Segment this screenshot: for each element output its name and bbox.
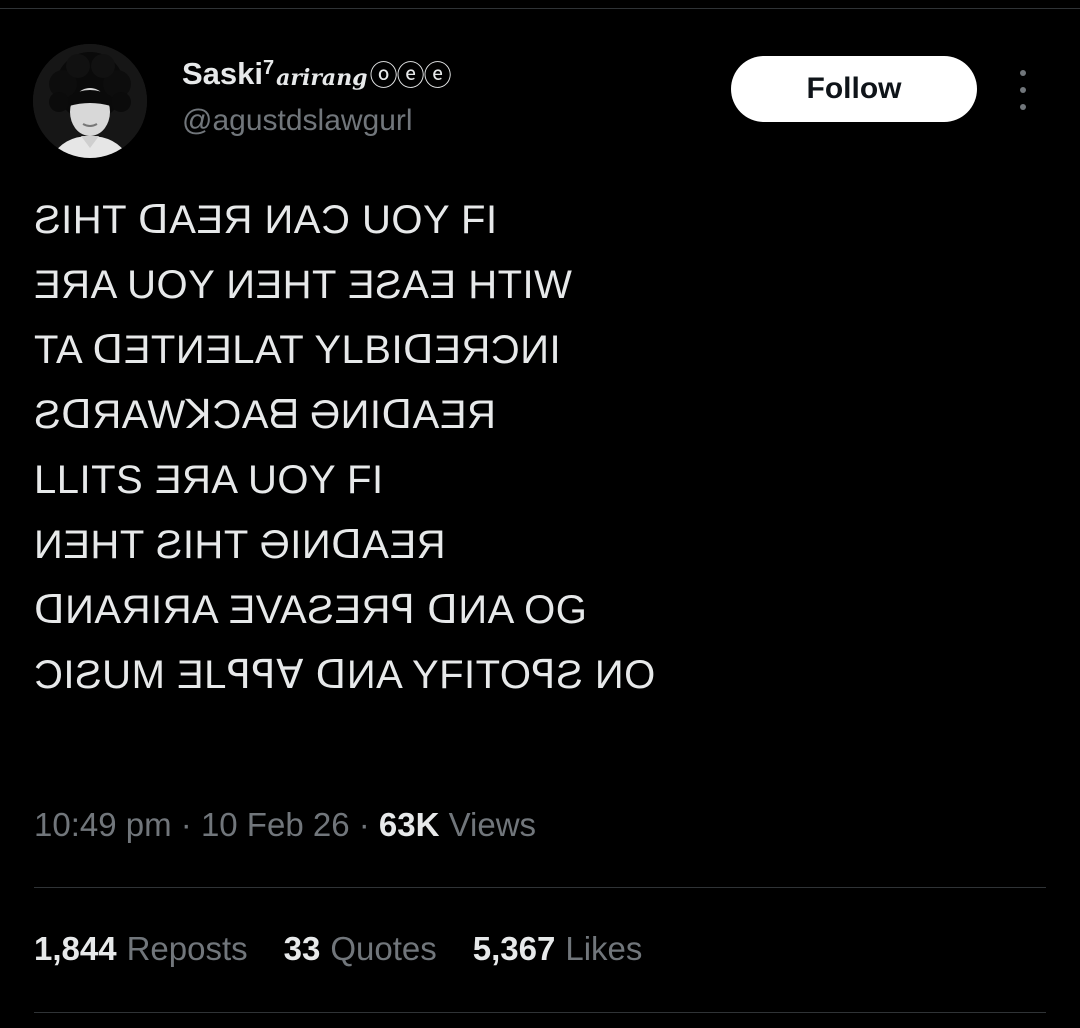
views-count: 63K [378, 806, 440, 843]
meta-separator: · [358, 806, 370, 843]
reposts-stat[interactable]: 1,844 Reposts [34, 930, 248, 968]
top-divider [0, 8, 1080, 9]
more-options-icon[interactable] [1008, 70, 1038, 110]
tweet-line: TA ᗡƎTИƎLAT YLBIᗡƎЯƆИI [34, 328, 562, 372]
more-dot [1020, 104, 1026, 110]
tweet-line: ƧIHT ᗡAƎЯ ИAƆ UOY FI [34, 198, 498, 242]
views-label: Views [448, 806, 537, 843]
more-dot [1020, 70, 1026, 76]
tweet-meta: 10:49 pm · 10 Feb 26 · 63K Views [34, 806, 536, 844]
tweet-line: ƎЯA UOY ИƎHT ƎƧAƎ HTIW [34, 263, 573, 307]
stats-divider-top [34, 887, 1046, 888]
tweet-line: ᗡИAЯIЯA ƎVAƧƎЯꟼ ᗡИA OG [34, 588, 588, 632]
quotes-label: Quotes [330, 930, 437, 967]
tweet-line: LLITS ƎЯA UOY FI [34, 458, 384, 502]
likes-label: Likes [565, 930, 643, 967]
display-name[interactable]: Saski [182, 56, 263, 92]
tweet-text: ƧIHT ᗡAƎЯ ИAƆ UOY FI ƎЯA UOY ИƎHT ƎƧAƎ H… [34, 188, 1034, 708]
reposts-label: Reposts [126, 930, 248, 967]
tweet-line: ИƎHT ƧIHT ӘIИᗡAƎЯ [34, 523, 447, 567]
display-name-stylized: arirang [276, 65, 368, 91]
likes-stat[interactable]: 5,367 Likes [473, 930, 643, 968]
quotes-count: 33 [283, 930, 321, 967]
tweet-date[interactable]: 10 Feb 26 [201, 806, 350, 843]
quotes-stat[interactable]: 33 Quotes [284, 930, 437, 968]
tweet-line: ƆIƧUM ƎLꟼꟼ∀ ᗡИA YFITOꟼƧ ИO [34, 653, 656, 697]
display-name-superscript: 7 [263, 56, 275, 79]
display-name-row[interactable]: Saski 7 arirang ⓞⓔⓔ [182, 52, 452, 96]
stats-divider-bottom [34, 1012, 1046, 1013]
reposts-count: 1,844 [34, 930, 117, 967]
meta-separator: · [180, 806, 192, 843]
more-dot [1020, 87, 1026, 93]
follow-button[interactable]: Follow [731, 56, 977, 122]
likes-count: 5,367 [472, 930, 556, 967]
tweet-line: ƧᗡЯAWꓘƆAᗺ ӘИIᗡAƎЯ [34, 393, 497, 437]
avatar-image [33, 44, 147, 158]
avatar[interactable] [33, 44, 147, 158]
display-name-circled-letters: ⓞⓔⓔ [369, 59, 452, 92]
engagement-stats: 1,844 Reposts 33 Quotes 5,367 Likes [34, 930, 678, 968]
user-handle[interactable]: @agustdslawgurl [182, 104, 413, 138]
tweet-time[interactable]: 10:49 pm [34, 806, 172, 843]
